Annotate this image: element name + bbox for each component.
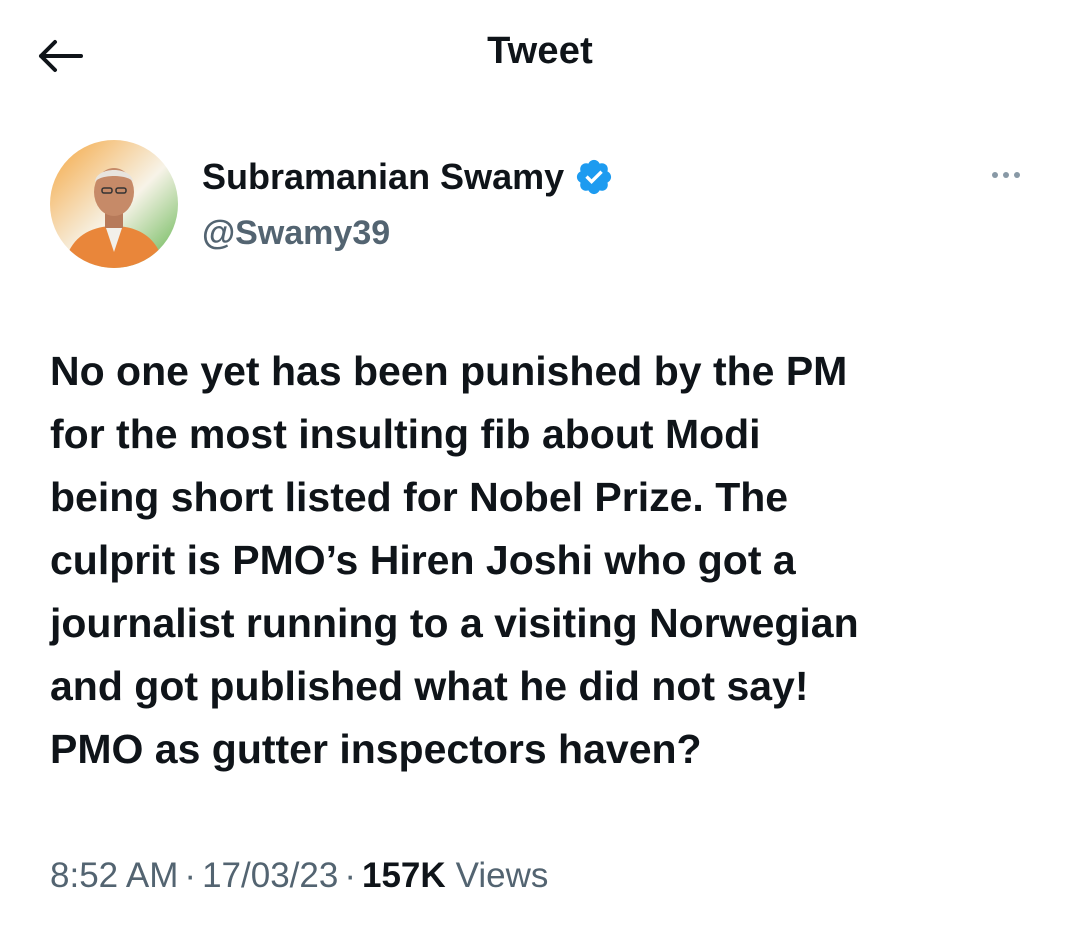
meta-separator: · (344, 856, 356, 895)
tweet-line: being short listed for Nobel Prize. The (50, 474, 789, 520)
tweet-text: No one yet has been punished by the PM f… (50, 340, 1040, 781)
author-name-text: Subramanian Swamy (202, 156, 565, 197)
avatar[interactable] (50, 140, 178, 268)
tweet-meta: 8:52 AM · 17/03/23 · 157K Views (50, 856, 1040, 896)
verified-badge-icon (577, 159, 612, 195)
tweet-page: Tweet Subramanian Swamy @Swamy39 No one … (0, 0, 1080, 928)
tweet-line: PMO as gutter inspectors haven? (50, 726, 702, 772)
tweet-date[interactable]: 17/03/23 (202, 856, 338, 896)
views-count: 157K (361, 856, 446, 895)
tweet-time[interactable]: 8:52 AM (50, 856, 178, 896)
tweet-line: culprit is PMO’s Hiren Joshi who got a (50, 537, 796, 583)
views-label: Views (455, 856, 549, 895)
tweet-line: journalist running to a visiting Norwegi… (50, 600, 859, 646)
meta-separator: · (184, 856, 197, 895)
author-handle[interactable]: @Swamy39 (202, 214, 390, 253)
more-options-button[interactable] (986, 162, 1026, 188)
page-title: Tweet (487, 30, 593, 72)
tweet-line: No one yet has been punished by the PM (50, 348, 848, 394)
author-name[interactable]: Subramanian Swamy (202, 156, 614, 198)
tweet-author: Subramanian Swamy @Swamy39 (50, 140, 1040, 270)
tweet-line: and got published what he did not say! (50, 663, 809, 709)
tweet-line: for the most insulting fib about Modi (50, 411, 761, 457)
top-bar: Tweet (0, 0, 1080, 110)
more-horizontal-icon (992, 172, 1020, 178)
